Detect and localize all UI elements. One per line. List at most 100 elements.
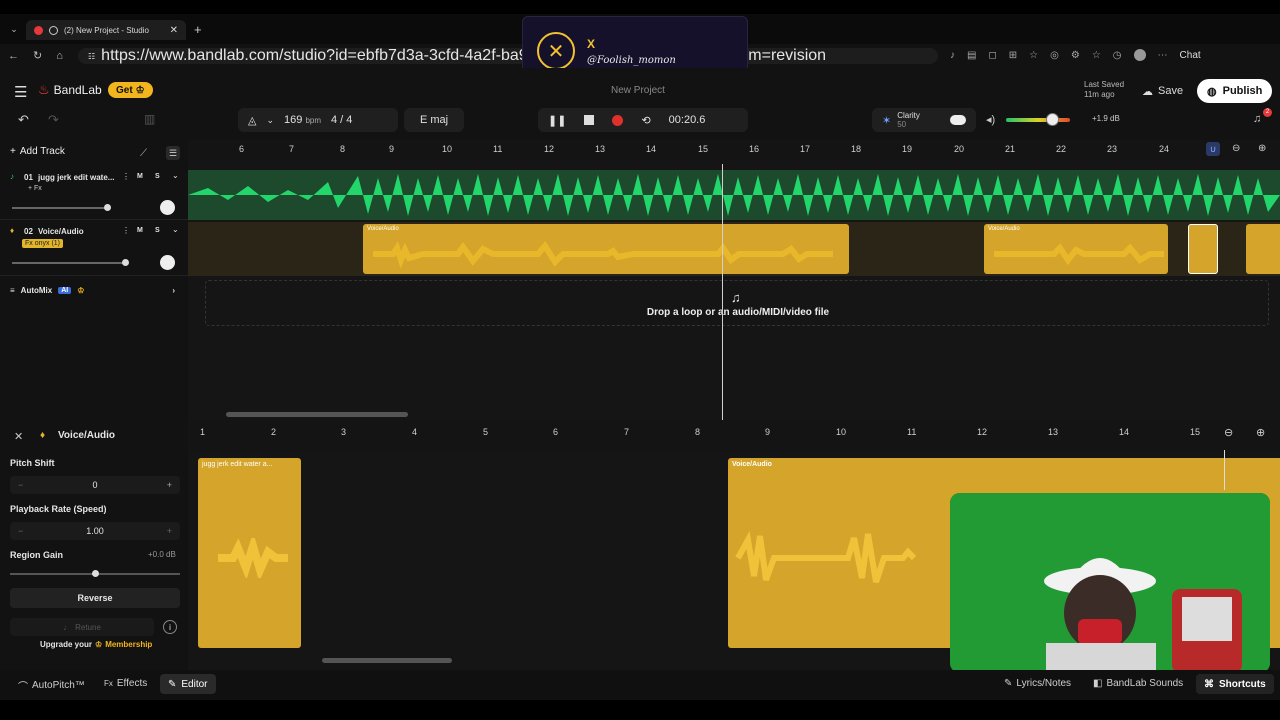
plus-icon[interactable]: +: [167, 480, 172, 490]
retune-button[interactable]: ♩ Retune: [10, 618, 154, 636]
playback-rate-stepper[interactable]: − 1.00 +: [10, 522, 180, 540]
editor-zoom-out-icon[interactable]: ⊖: [1224, 426, 1233, 439]
editor-clip[interactable]: jugg jerk edit water a...: [198, 458, 301, 648]
lyrics-notes-button[interactable]: ✎ Lyrics/Notes: [1004, 678, 1071, 689]
close-editor-icon[interactable]: ✕: [14, 430, 23, 443]
track-1-menu-icon[interactable]: ⋮: [122, 172, 130, 181]
arrangement-timeline[interactable]: 6 7 8 9 10 11 12 13 14 15 16 17 18 19 20…: [188, 140, 1280, 420]
add-track-button[interactable]: + Add Track: [10, 146, 65, 157]
pause-icon[interactable]: ❚❚: [548, 114, 566, 127]
track-2-menu-icon[interactable]: ⋮: [122, 226, 130, 235]
wand-icon[interactable]: ⟋: [140, 148, 147, 159]
track-1-lane[interactable]: [188, 170, 1280, 220]
browser-tab[interactable]: (2) New Project - Studio ✕: [26, 20, 186, 40]
editor-zoom-in-icon[interactable]: ⊕: [1256, 426, 1265, 439]
pitch-shift-stepper[interactable]: − 0 +: [10, 476, 180, 494]
plus-icon[interactable]: +: [167, 526, 172, 536]
track-1-volume-handle[interactable]: [104, 204, 111, 211]
get-button[interactable]: Get ♔: [108, 82, 153, 98]
track-2-volume-handle[interactable]: [122, 259, 129, 266]
track-1-fx[interactable]: + Fx: [28, 185, 42, 192]
bell-icon[interactable]: ♫: [1253, 113, 1261, 125]
key-selector[interactable]: E maj: [404, 108, 464, 132]
selected-region[interactable]: [1188, 224, 1218, 274]
home-icon[interactable]: ⌂: [56, 50, 63, 62]
chat-label[interactable]: Chat: [1180, 50, 1201, 61]
loop-icon[interactable]: ⟲: [641, 114, 650, 127]
alert-icon[interactable]: ◻: [988, 50, 996, 61]
settings-icon[interactable]: ⚙: [1071, 50, 1080, 61]
reload-icon[interactable]: ↻: [33, 49, 42, 62]
track-1-name[interactable]: jugg jerk edit wate...: [38, 173, 120, 182]
track-1-pan-knob[interactable]: [160, 200, 175, 215]
upgrade-membership-link[interactable]: Upgrade your ♔ Membership: [40, 640, 152, 649]
track-2-mute[interactable]: M: [137, 227, 143, 234]
zoom-in-icon[interactable]: ⊕: [1258, 143, 1266, 154]
publish-button[interactable]: ◍ Publish: [1197, 79, 1273, 103]
track-2-solo[interactable]: S: [155, 227, 160, 234]
back-icon[interactable]: ←: [8, 50, 19, 62]
editor-ruler[interactable]: 1 2 3 4 5 6 7 8 9 10 11 12 13 14 15 ⊖ ⊕: [188, 420, 1280, 450]
save-button[interactable]: ☁ Save: [1134, 80, 1191, 102]
track-settings-icon[interactable]: ☰: [166, 146, 180, 160]
clarity-toggle[interactable]: [950, 115, 966, 125]
master-volume-slider[interactable]: [1006, 118, 1070, 122]
tab-list-icon[interactable]: ⌄: [8, 23, 20, 35]
autopitch-button[interactable]: ⌒ AutoPitch™: [18, 678, 85, 693]
magnet-icon[interactable]: ∪: [1206, 142, 1220, 156]
track-1-expand-icon[interactable]: ⌄: [172, 171, 179, 180]
shortcuts-button[interactable]: ⌘ Shortcuts: [1196, 674, 1274, 694]
clarity-control[interactable]: ✶ Clarity 50: [872, 108, 976, 132]
editor-tab[interactable]: ✎ Editor: [160, 674, 216, 694]
timeline-ruler[interactable]: 6 7 8 9 10 11 12 13 14 15 16 17 18 19 20…: [188, 140, 1280, 160]
zoom-out-icon[interactable]: ⊖: [1232, 143, 1240, 154]
volume-icon[interactable]: ◂): [986, 113, 995, 126]
record-icon[interactable]: [612, 114, 624, 126]
new-tab-icon[interactable]: +: [194, 22, 202, 37]
region-gain-handle[interactable]: [92, 570, 99, 577]
playhead[interactable]: [722, 164, 723, 420]
track-1-solo[interactable]: S: [155, 173, 160, 180]
track-1-volume-slider[interactable]: [12, 207, 108, 209]
metronome-icon[interactable]: ◬: [248, 114, 256, 127]
apps-icon[interactable]: ⊞: [1009, 50, 1017, 61]
mic-icon[interactable]: ♪: [950, 50, 955, 61]
bpm-field[interactable]: 169 bpm: [284, 114, 321, 126]
audio-region[interactable]: [1246, 224, 1280, 274]
time-signature[interactable]: 4 / 4: [331, 114, 352, 126]
track-2-volume-slider[interactable]: [12, 262, 126, 264]
chevron-down-icon[interactable]: ⌄: [266, 115, 274, 126]
editor-scrollbar[interactable]: [322, 658, 452, 663]
read-icon[interactable]: ▤: [967, 50, 976, 61]
metronome-grid-icon[interactable]: ▥: [144, 112, 155, 126]
track-header-2[interactable]: ♦ 02 Voice/Audio Fx onyx (1) ⋮ M S ⌄: [0, 222, 188, 276]
track-2-fx[interactable]: Fx onyx (1): [22, 239, 64, 248]
automix-row[interactable]: ≡ AutoMix AI ♔ ›: [10, 286, 175, 295]
minus-icon[interactable]: −: [18, 526, 23, 536]
extension-icon[interactable]: ◎: [1050, 50, 1059, 61]
track-2-expand-icon[interactable]: ⌄: [172, 225, 179, 234]
audio-region[interactable]: Voice/Audio: [363, 224, 849, 274]
collections-icon[interactable]: ☆: [1092, 50, 1101, 61]
master-volume-handle[interactable]: [1046, 113, 1059, 126]
stop-icon[interactable]: [584, 115, 595, 125]
info-icon[interactable]: i: [163, 620, 177, 634]
url-field[interactable]: ☷ https://www.bandlab.com/studio?id=ebfb…: [78, 47, 938, 64]
audio-region[interactable]: Voice/Audio: [984, 224, 1168, 274]
undo-icon[interactable]: ↶: [18, 112, 29, 128]
track-2-name[interactable]: Voice/Audio: [38, 227, 84, 236]
editor-playhead[interactable]: [1224, 450, 1225, 490]
minus-icon[interactable]: −: [18, 480, 23, 490]
effects-button[interactable]: Fx Effects: [104, 678, 147, 689]
reverse-button[interactable]: Reverse: [10, 588, 180, 608]
horizontal-scrollbar[interactable]: [226, 412, 408, 417]
bandlab-sounds-button[interactable]: ◧ BandLab Sounds: [1093, 678, 1183, 689]
track-header-1[interactable]: ♪ 01 jugg jerk edit wate... + Fx ⋮ M S ⌄: [0, 168, 188, 220]
redo-icon[interactable]: ↷: [48, 112, 59, 128]
menu-icon[interactable]: ☰: [14, 83, 27, 101]
track-2-pan-knob[interactable]: [160, 255, 175, 270]
avatar[interactable]: [1133, 49, 1146, 61]
close-tab-icon[interactable]: ✕: [170, 25, 178, 36]
track-1-mute[interactable]: M: [137, 173, 143, 180]
project-title[interactable]: New Project: [611, 85, 665, 96]
